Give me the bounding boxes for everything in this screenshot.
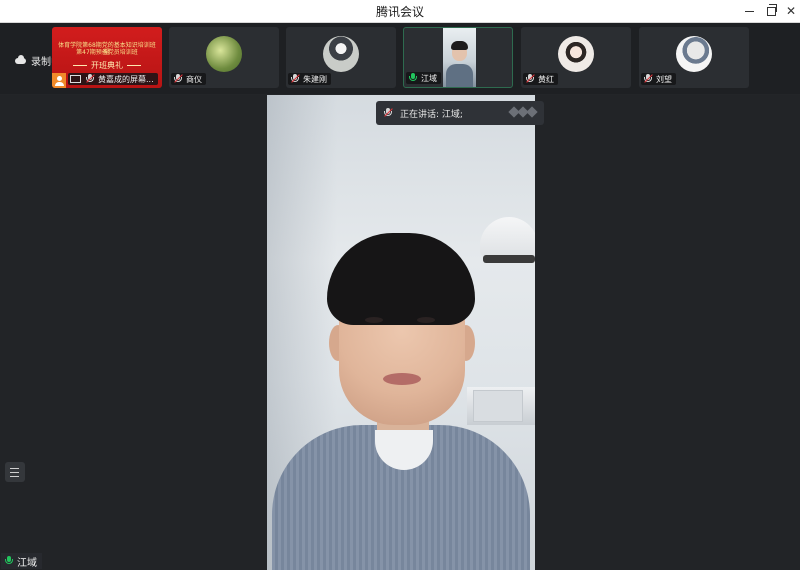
participant-strip: 录制中 体育学院第68期党的基本知识培训班暨 第47期预备党员培训班 开班典礼 … <box>0 23 800 94</box>
participant-tile-active[interactable]: 江域 <box>403 27 513 88</box>
avatar <box>558 36 594 72</box>
main-video[interactable] <box>267 95 535 570</box>
speaker-name: 江域 <box>17 557 37 569</box>
close-icon: ✕ <box>785 4 797 18</box>
participant-name-bar: 黄红 <box>523 73 558 85</box>
share-name: 黄嘉成的屏幕... <box>98 74 154 84</box>
cloud-icon <box>15 54 26 64</box>
title-bar: 腾讯会议 ✕ <box>0 0 800 23</box>
share-name-bar: 黄嘉成的屏幕... <box>68 73 158 85</box>
participant-name: 商仪 <box>186 74 202 84</box>
participant-name-bar: 朱建刚 <box>288 73 331 85</box>
list-icon <box>10 467 19 469</box>
participant-name: 刘望 <box>656 74 672 84</box>
background-lamp <box>480 217 535 257</box>
minimize-button[interactable] <box>740 2 758 20</box>
list-toggle-button[interactable] <box>5 462 25 482</box>
participant-tile[interactable]: 刘望 <box>639 27 749 88</box>
participant-name-bar: 江域 <box>406 72 441 84</box>
mic-on-icon <box>408 73 418 83</box>
avatar <box>206 36 242 72</box>
restore-icon <box>766 3 777 16</box>
speaker-name-label: 江域 <box>1 553 42 569</box>
share-text-line2: 第47期预备党员培训班 <box>76 49 138 56</box>
avatar-placeholder-icon <box>52 73 66 88</box>
participant-name: 朱建刚 <box>303 74 327 84</box>
participant-tile[interactable]: 黄红 <box>521 27 631 88</box>
participant-name: 黄红 <box>538 74 554 84</box>
mic-muted-icon <box>85 74 95 84</box>
close-button[interactable]: ✕ <box>782 2 800 20</box>
participant-name-bar: 商仪 <box>171 73 206 85</box>
mic-muted-icon <box>173 74 183 84</box>
avatar <box>676 36 712 72</box>
window-title: 腾讯会议 <box>375 5 424 19</box>
participant-tile[interactable]: 商仪 <box>169 27 279 88</box>
avatar <box>323 36 359 72</box>
share-text-line3: 开班典礼 <box>52 60 162 71</box>
shared-screen-preview: 体育学院第68期党的基本知识培训班暨 第47期预备党员培训班 开班典礼 黄嘉成的… <box>52 27 162 88</box>
video-thumbnail <box>443 28 476 87</box>
main-stage <box>0 95 800 570</box>
mic-on-icon <box>4 556 14 566</box>
speaking-label: 正在讲话: 江域; <box>400 109 463 120</box>
screen-share-icon <box>70 75 81 83</box>
participant-tile[interactable]: 朱建刚 <box>286 27 396 88</box>
minimize-icon <box>744 10 754 12</box>
participant-name-bar: 刘望 <box>641 73 676 85</box>
audio-wave-icon <box>508 106 538 118</box>
mic-icon <box>383 108 393 118</box>
mic-muted-icon <box>643 74 653 84</box>
mic-muted-icon <box>290 74 300 84</box>
speaking-indicator: 正在讲话: 江域; <box>376 101 544 125</box>
restore-button[interactable] <box>762 2 780 20</box>
shared-screen-tile[interactable]: 体育学院第68期党的基本知识培训班暨 第47期预备党员培训班 开班典礼 黄嘉成的… <box>52 27 162 88</box>
mic-muted-icon <box>525 74 535 84</box>
participant-name: 江域 <box>421 73 437 83</box>
